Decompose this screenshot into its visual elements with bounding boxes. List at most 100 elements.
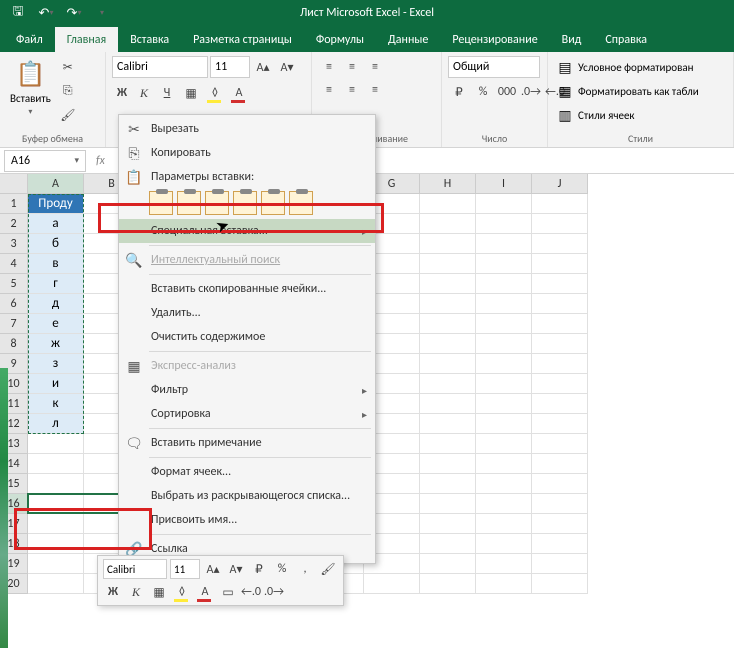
mini-border-button[interactable]: ▦ — [149, 582, 169, 602]
mini-currency-icon[interactable]: ₽ — [249, 559, 269, 579]
bold-button[interactable]: Ж — [112, 83, 132, 103]
currency-icon[interactable]: ₽ — [448, 81, 470, 103]
cell-a6[interactable]: д — [28, 294, 84, 314]
undo-icon[interactable]: ↶▾ — [34, 2, 58, 24]
cell-a8[interactable]: ж — [28, 334, 84, 354]
align-top-icon[interactable]: ≡ — [318, 56, 340, 78]
paste-button[interactable]: 📋 Вставить ▾ — [6, 56, 55, 119]
mini-fill-color-button[interactable]: ◊ — [172, 582, 192, 602]
percent-icon[interactable]: % — [472, 81, 494, 103]
mini-decrease-font-icon[interactable]: A▾ — [226, 559, 246, 579]
save-icon[interactable]: 🖫 — [6, 2, 30, 24]
cell-a10[interactable]: и — [28, 374, 84, 394]
cell-a12[interactable]: л — [28, 414, 84, 434]
cell-a4[interactable]: в — [28, 254, 84, 274]
align-bottom-icon[interactable]: ≡ — [364, 56, 386, 78]
ctx-define-name[interactable]: Присвоить имя... — [119, 508, 375, 532]
cut-icon[interactable]: ✂ — [57, 56, 79, 78]
cell-styles-button[interactable]: ▥ Стили ячеек — [554, 104, 637, 126]
row-header[interactable]: 1 — [0, 194, 28, 214]
mini-bold-button[interactable]: Ж — [103, 582, 123, 602]
row-header[interactable]: 8 — [0, 334, 28, 354]
font-color-button[interactable]: A — [228, 82, 250, 104]
cell-a7[interactable]: е — [28, 314, 84, 334]
mini-format-painter-icon[interactable]: 🖌 — [318, 559, 338, 579]
redo-icon[interactable]: ↷▾ — [62, 2, 86, 24]
col-header-a[interactable]: A — [28, 174, 84, 194]
increase-font-icon[interactable]: A▴ — [252, 56, 274, 78]
mini-comma-icon[interactable]: , — [295, 559, 315, 579]
align-middle-icon[interactable]: ≡ — [341, 56, 363, 78]
tab-view[interactable]: Вид — [550, 27, 594, 52]
tab-home[interactable]: Главная — [55, 27, 118, 52]
cell-a11[interactable]: к — [28, 394, 84, 414]
cell-a2[interactable]: а — [28, 214, 84, 234]
col-header-j[interactable]: J — [532, 174, 588, 194]
col-header-i[interactable]: I — [476, 174, 532, 194]
increase-decimal-icon[interactable]: .0→ — [520, 81, 542, 103]
tab-page-layout[interactable]: Разметка страницы — [181, 27, 304, 52]
mini-merge-icon[interactable]: ▭ — [218, 582, 238, 602]
mini-italic-button[interactable]: К — [126, 582, 146, 602]
row-header[interactable]: 3 — [0, 234, 28, 254]
paste-option-formulas[interactable] — [205, 191, 229, 215]
cell-a5[interactable]: г — [28, 274, 84, 294]
mini-increase-font-icon[interactable]: A▴ — [203, 559, 223, 579]
tab-data[interactable]: Данные — [376, 27, 440, 52]
ctx-insert-copied[interactable]: Вставить скопированные ячейки... — [119, 277, 375, 301]
tab-file[interactable]: Файл — [4, 27, 55, 52]
font-size-select[interactable] — [210, 56, 250, 78]
row-header[interactable]: 6 — [0, 294, 28, 314]
tab-formulas[interactable]: Формулы — [304, 27, 376, 52]
qat-customize-icon[interactable]: ▾ — [90, 2, 114, 24]
comma-icon[interactable]: 000 — [496, 81, 518, 103]
italic-button[interactable]: К — [134, 83, 154, 103]
ctx-paste-special[interactable]: Специальная вставка... ▸ — [119, 219, 375, 243]
fx-icon[interactable]: fx — [96, 154, 105, 168]
align-center-icon[interactable]: ≡ — [341, 79, 363, 101]
paste-option-link[interactable] — [289, 191, 313, 215]
paste-option-transpose[interactable] — [233, 191, 257, 215]
tab-review[interactable]: Рецензирование — [440, 27, 549, 52]
row-header[interactable]: 4 — [0, 254, 28, 274]
number-format-select[interactable] — [448, 56, 540, 78]
fill-color-button[interactable]: ◊ — [204, 82, 226, 104]
ctx-clear[interactable]: Очистить содержимое — [119, 325, 375, 349]
conditional-formatting-button[interactable]: ▤ Условное форматирован — [554, 56, 695, 78]
select-all-corner[interactable] — [0, 174, 28, 194]
row-header[interactable]: 2 — [0, 214, 28, 234]
name-box[interactable]: A16 ▾ — [4, 150, 86, 172]
row-header[interactable]: 5 — [0, 274, 28, 294]
ctx-insert-comment[interactable]: 🗨 Вставить примечание — [119, 431, 375, 455]
border-button[interactable]: ▦ — [180, 82, 202, 104]
paste-option-formatting[interactable] — [261, 191, 285, 215]
font-name-select[interactable] — [112, 56, 208, 78]
decrease-font-icon[interactable]: A▾ — [276, 56, 298, 78]
row-header[interactable]: 7 — [0, 314, 28, 334]
underline-button[interactable]: Ч — [156, 82, 178, 104]
ctx-delete[interactable]: Удалить... — [119, 301, 375, 325]
paste-option-values[interactable] — [177, 191, 201, 215]
mini-font-color-button[interactable]: A — [195, 582, 215, 602]
ctx-filter[interactable]: Фильтр ▸ — [119, 378, 375, 402]
align-right-icon[interactable]: ≡ — [364, 79, 386, 101]
ctx-cut[interactable]: ✂ Вырезать — [119, 117, 375, 141]
cell-a1[interactable]: Проду — [28, 194, 84, 214]
ctx-copy[interactable]: ⎘ Копировать — [119, 141, 375, 165]
tab-help[interactable]: Справка — [593, 27, 659, 52]
copy-icon[interactable]: ⎘ — [57, 80, 79, 102]
ctx-format-cells[interactable]: Формат ячеек... — [119, 460, 375, 484]
format-painter-icon[interactable]: 🖌 — [57, 104, 79, 126]
ctx-pick-from-list[interactable]: Выбрать из раскрывающегося списка... — [119, 484, 375, 508]
col-header-h[interactable]: H — [420, 174, 476, 194]
paste-option-all[interactable] — [149, 191, 173, 215]
mini-increase-decimal-icon[interactable]: .0→ — [264, 582, 284, 602]
ctx-sort[interactable]: Сортировка ▸ — [119, 402, 375, 426]
format-as-table-button[interactable]: ▦ Форматировать как табли — [554, 80, 701, 102]
tab-insert[interactable]: Вставка — [118, 27, 181, 52]
align-left-icon[interactable]: ≡ — [318, 79, 340, 101]
mini-percent-icon[interactable]: % — [272, 559, 292, 579]
mini-decrease-decimal-icon[interactable]: ←.0 — [241, 582, 261, 602]
mini-font-name[interactable] — [103, 559, 167, 579]
cell-a3[interactable]: б — [28, 234, 84, 254]
